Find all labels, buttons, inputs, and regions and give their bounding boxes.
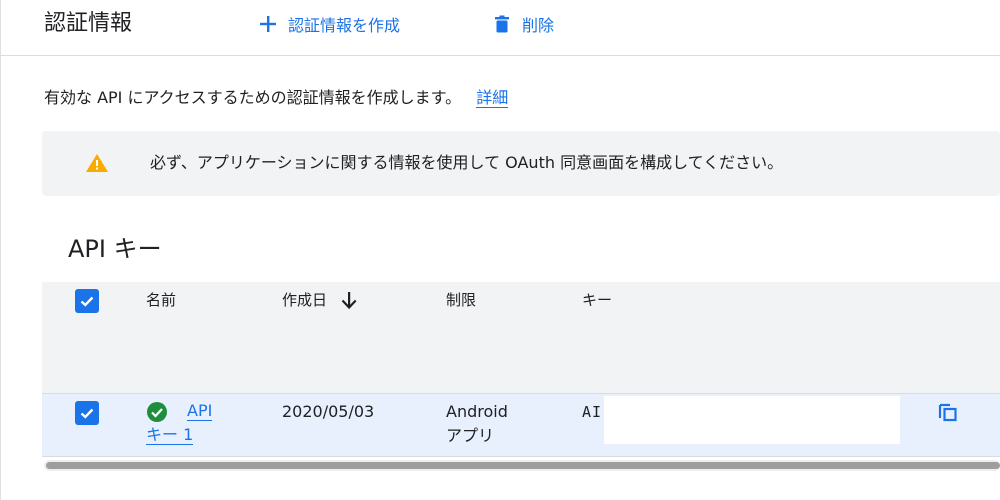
column-header-name[interactable]: 名前 [146, 290, 176, 310]
api-keys-table: 名前 作成日 制限 キー API キー 1 2020/05/03 Android… [42, 282, 1000, 457]
horizontal-scrollbar[interactable] [44, 460, 1000, 471]
api-key-name-line2: キー 1 [146, 425, 194, 445]
learn-more-link[interactable]: 詳細 [476, 88, 509, 108]
credentials-page: 認証情報 認証情報を作成 削除 有効な API にアクセスするための認証情報を作… [0, 0, 1000, 500]
table-header-row: 名前 作成日 制限 キー [42, 282, 1000, 394]
column-header-created[interactable]: 作成日 [282, 290, 357, 310]
column-header-created-label: 作成日 [282, 291, 328, 309]
oauth-warning-banner: 必ず、アプリケーションに関する情報を使用して OAuth 同意画面を構成してくだ… [42, 131, 1000, 196]
select-all-checkbox[interactable] [75, 289, 99, 313]
key-value-cell: AI [582, 403, 603, 421]
restriction-line1: Android [446, 402, 508, 421]
restriction-line2: アプリ [446, 426, 495, 445]
scrollbar-thumb[interactable] [46, 462, 1000, 469]
api-key-name-link-continued[interactable]: キー 1 [146, 423, 194, 447]
warning-message: 必ず、アプリケーションに関する情報を使用して OAuth 同意画面を構成してくだ… [150, 153, 784, 172]
warning-icon [86, 154, 108, 172]
table-row[interactable]: API キー 1 2020/05/03 Android アプリ AI [42, 394, 1000, 457]
intro-description: 有効な API にアクセスするための認証情報を作成します。 [44, 88, 462, 107]
api-keys-section-title: API キー [68, 235, 162, 263]
row-checkbox[interactable] [75, 401, 99, 425]
created-date-cell: 2020/05/03 [282, 402, 375, 421]
page-title: 認証情報 [44, 11, 133, 36]
left-divider [0, 0, 1, 500]
copy-icon [938, 403, 957, 422]
sort-descending-icon [341, 292, 357, 309]
checkmark-icon [80, 296, 94, 307]
intro-text: 有効な API にアクセスするための認証情報を作成します。 詳細 [44, 87, 509, 109]
copy-key-button[interactable] [938, 402, 958, 426]
delete-label: 削除 [522, 16, 555, 35]
delete-button[interactable]: 削除 [492, 11, 554, 37]
page-header: 認証情報 認証情報を作成 削除 [0, 0, 1000, 56]
checkmark-icon [80, 408, 94, 419]
create-credentials-button[interactable]: 認証情報を作成 [258, 11, 400, 37]
api-key-name-line1: API [187, 401, 213, 421]
create-credentials-label: 認証情報を作成 [288, 16, 401, 35]
column-header-key[interactable]: キー [582, 290, 612, 310]
restriction-cell: Android アプリ [446, 400, 536, 448]
trash-icon [495, 15, 509, 33]
key-redaction-mask [604, 396, 900, 444]
check-circle-icon [147, 402, 167, 422]
api-key-name-link[interactable]: API [187, 399, 227, 423]
plus-icon [260, 16, 276, 32]
column-header-restriction[interactable]: 制限 [446, 290, 476, 310]
